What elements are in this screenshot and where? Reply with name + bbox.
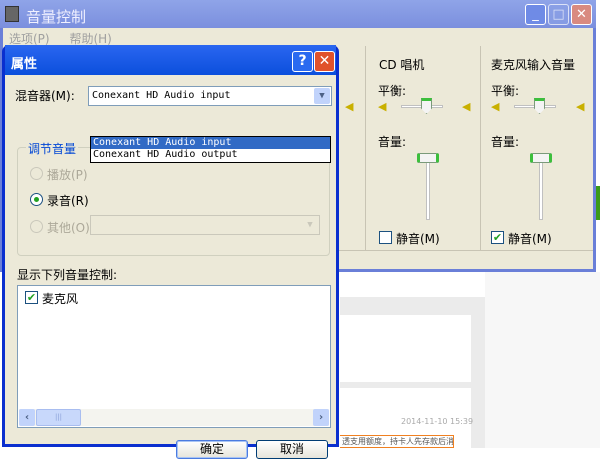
controls-list[interactable]: ✔ 麦克风 ‹ ||| › xyxy=(17,285,331,428)
volume-slider-thumb[interactable] xyxy=(530,153,552,163)
volume-slider[interactable] xyxy=(539,156,543,220)
radio-playback-label: 播放(P) xyxy=(47,168,88,182)
column-title: 麦克风输入音量 xyxy=(491,58,576,72)
scroll-right-button[interactable]: › xyxy=(313,409,329,426)
dialog-body: 混音器(M): Conexant HD Audio input ▼ 调节音量 播… xyxy=(5,75,336,459)
column-microphone: 麦克风输入音量 平衡: ◀ ◀ 音量: ✔ 静音(M) xyxy=(480,46,593,250)
speaker-icon: ◀ xyxy=(345,100,354,113)
radio-other-label: 其他(O) xyxy=(47,221,90,235)
mixer-label: 混音器(M): xyxy=(15,89,75,103)
list-item-label: 麦克风 xyxy=(42,292,79,306)
help-button[interactable]: ? xyxy=(292,51,313,72)
close-button[interactable]: ✕ xyxy=(571,4,592,25)
scroll-thumb[interactable]: ||| xyxy=(36,409,81,426)
radio-other[interactable] xyxy=(30,220,43,233)
app-icon xyxy=(5,6,19,22)
adjust-volume-group: 调节音量 播放(P) 录音(R) 其他(O) ▼ xyxy=(17,140,330,256)
chevron-down-icon[interactable]: ▼ xyxy=(314,88,330,104)
menu-options[interactable]: 选项(P) xyxy=(9,32,50,46)
properties-dialog: 属性 ? ✕ 混音器(M): Conexant HD Audio input ▼… xyxy=(2,45,339,459)
other-select[interactable]: ▼ xyxy=(90,215,320,235)
dialog-title: 属性 xyxy=(11,57,38,72)
column-cd-player: CD 唱机 平衡: ◀ ◀ 音量: 静音(M) xyxy=(365,46,483,250)
scroll-left-button[interactable]: ‹ xyxy=(19,409,35,426)
chevron-down-icon[interactable]: ▼ xyxy=(302,217,318,233)
background-note: 透支用额度，持卡人先存款后消费 xyxy=(340,435,454,448)
horizontal-scrollbar[interactable]: ‹ ||| › xyxy=(19,409,329,426)
volume-label: 音量: xyxy=(491,135,520,149)
background-sidebar xyxy=(485,272,600,448)
window-title: 音量控制 xyxy=(26,8,87,26)
list-label: 显示下列音量控制: xyxy=(17,268,118,282)
menubar: 选项(P) 帮助(H) xyxy=(3,28,593,46)
radio-playback[interactable] xyxy=(30,167,43,180)
maximize-button[interactable]: □ xyxy=(548,4,569,25)
list-item-checkbox[interactable]: ✔ xyxy=(25,291,38,304)
speaker-right-icon: ◀ xyxy=(462,100,471,113)
group-title: 调节音量 xyxy=(26,140,79,157)
volume-slider[interactable] xyxy=(426,156,430,220)
radio-recording[interactable] xyxy=(30,193,43,206)
minimize-button[interactable]: _ xyxy=(525,4,546,25)
speaker-right-icon: ◀ xyxy=(576,100,585,113)
background-card xyxy=(340,315,471,382)
mute-checkbox[interactable]: ✔ xyxy=(491,231,504,244)
column-title: CD 唱机 xyxy=(379,58,425,72)
menu-help[interactable]: 帮助(H) xyxy=(69,32,111,46)
speaker-left-icon: ◀ xyxy=(378,100,387,113)
mixer-dropdown-list: Conexant HD Audio input Conexant HD Audi… xyxy=(90,136,331,163)
mute-label: 静音(M) xyxy=(508,232,552,246)
speaker-left-icon: ◀ xyxy=(491,100,500,113)
mixer-option[interactable]: Conexant HD Audio input xyxy=(91,137,330,149)
cancel-button[interactable]: 取消 xyxy=(256,440,328,459)
background-date: 2014-11-10 15:39 xyxy=(401,417,474,426)
mixer-select-value: Conexant HD Audio input xyxy=(92,90,231,101)
dialog-titlebar[interactable]: 属性 ? ✕ xyxy=(5,45,336,75)
mixer-option[interactable]: Conexant HD Audio output xyxy=(91,149,330,161)
ok-button[interactable]: 确定 xyxy=(176,440,248,459)
window-titlebar[interactable]: 音量控制 _ □ ✕ xyxy=(0,0,596,28)
balance-slider-thumb[interactable] xyxy=(534,98,545,114)
dialog-close-button[interactable]: ✕ xyxy=(314,51,335,72)
balance-slider-thumb[interactable] xyxy=(421,98,432,114)
mute-checkbox[interactable] xyxy=(379,231,392,244)
mixer-select[interactable]: Conexant HD Audio input ▼ xyxy=(88,86,332,106)
volume-label: 音量: xyxy=(378,135,407,149)
balance-label: 平衡: xyxy=(378,84,407,98)
radio-recording-label: 录音(R) xyxy=(47,194,89,208)
mute-label: 静音(M) xyxy=(396,232,440,246)
balance-label: 平衡: xyxy=(491,84,520,98)
volume-slider-thumb[interactable] xyxy=(417,153,439,163)
